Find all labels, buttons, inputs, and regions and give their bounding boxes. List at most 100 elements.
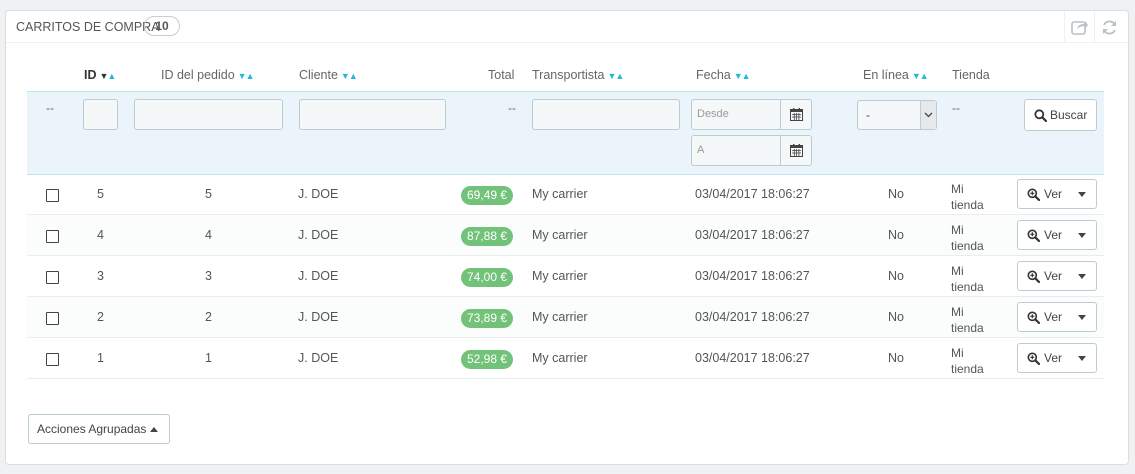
search-button-label: Buscar xyxy=(1050,108,1088,122)
sort-arrows-icon[interactable]: ▼▲ xyxy=(734,71,751,81)
filter-id-input[interactable] xyxy=(83,99,118,130)
filter-checkbox-placeholder: -- xyxy=(46,101,54,115)
view-cart-button[interactable]: Ver xyxy=(1017,302,1097,332)
row-select-checkbox[interactable] xyxy=(46,353,59,366)
cell-total-badge: 52,98 € xyxy=(461,350,514,369)
row-select-checkbox[interactable] xyxy=(46,312,59,325)
view-cart-label: Ver xyxy=(1044,187,1063,201)
view-cart-button[interactable]: Ver xyxy=(1017,220,1097,250)
col-header-date-label: Fecha xyxy=(696,68,731,82)
sort-arrows-icon[interactable]: ▼▲ xyxy=(100,71,117,81)
cell-store-line2: tienda xyxy=(951,280,984,294)
dropdown-caret-icon[interactable] xyxy=(1078,315,1086,320)
table-row[interactable]: 4 4 J. DOE 87,88 € My carrier 03/04/2017 18:0… xyxy=(27,215,1104,256)
cell-store-line1: Mi xyxy=(951,182,964,196)
table-row[interactable]: 5 5 J. DOE 69,49 € My carrier 03/04/2017 18:0… xyxy=(27,174,1104,215)
cell-total-badge: 87,88 € xyxy=(461,227,514,246)
filter-total-placeholder: -- xyxy=(508,101,516,115)
cell-order-id: 1 xyxy=(205,351,212,365)
row-select-checkbox[interactable] xyxy=(46,189,59,202)
sort-arrows-icon[interactable]: ▼▲ xyxy=(912,71,929,81)
calendar-icon xyxy=(789,144,803,157)
filter-customer-input[interactable] xyxy=(299,99,446,130)
dropdown-caret-icon[interactable] xyxy=(1078,192,1086,197)
row-select-checkbox[interactable] xyxy=(46,271,59,284)
cell-online: No xyxy=(888,269,904,283)
dropdown-caret-icon[interactable] xyxy=(1078,356,1086,361)
table-row[interactable]: 3 3 J. DOE 74,00 € My carrier 03/04/2017 18:0… xyxy=(27,256,1104,297)
zoom-in-icon xyxy=(1027,311,1040,324)
view-cart-label: Ver xyxy=(1044,351,1063,365)
cell-id: 5 xyxy=(97,187,104,201)
sort-arrows-icon[interactable]: ▼▲ xyxy=(341,71,358,81)
filter-date-from-input[interactable]: Desde xyxy=(691,99,781,130)
dropdown-caret-icon[interactable] xyxy=(1078,233,1086,238)
col-header-carrier-label: Transportista xyxy=(532,68,605,82)
col-header-carrier[interactable]: Transportista ▼▲ xyxy=(532,68,624,82)
search-icon xyxy=(1034,108,1047,122)
view-cart-label: Ver xyxy=(1044,228,1063,242)
cell-store: Mi tienda xyxy=(951,181,1001,213)
cell-total-badge: 69,49 € xyxy=(461,186,514,205)
col-header-online-label: En línea xyxy=(863,68,909,82)
cell-store-line1: Mi xyxy=(951,264,964,278)
zoom-in-icon xyxy=(1027,352,1040,365)
caret-up-icon xyxy=(150,426,159,432)
filter-store-placeholder: -- xyxy=(952,101,960,115)
col-header-store: Tienda xyxy=(952,68,990,82)
cell-online: No xyxy=(888,228,904,242)
cell-carrier: My carrier xyxy=(532,187,588,201)
cell-customer: J. DOE xyxy=(298,187,339,201)
cell-store-line1: Mi xyxy=(951,305,964,319)
export-icon xyxy=(1070,21,1088,35)
bulk-actions-button[interactable]: Acciones Agrupadas xyxy=(28,414,170,444)
view-cart-button[interactable]: Ver xyxy=(1017,261,1097,291)
zoom-in-icon xyxy=(1027,270,1040,283)
filter-carrier-input[interactable] xyxy=(532,99,680,130)
zoom-in-icon xyxy=(1027,188,1040,201)
table-row[interactable]: 1 1 J. DOE 52,98 € My carrier 03/04/2017 18:0… xyxy=(27,338,1104,379)
col-header-customer-label: Cliente xyxy=(299,68,338,82)
refresh-button[interactable] xyxy=(1094,11,1124,43)
cell-store-line2: tienda xyxy=(951,198,984,212)
cell-online: No xyxy=(888,187,904,201)
cell-store: Mi tienda xyxy=(951,222,1001,254)
col-header-date[interactable]: Fecha ▼▲ xyxy=(696,68,751,82)
view-cart-button[interactable]: Ver xyxy=(1017,179,1097,209)
export-button[interactable] xyxy=(1064,11,1094,43)
cell-customer: J. DOE xyxy=(298,310,339,324)
cell-date: 03/04/2017 18:06:27 xyxy=(695,351,810,365)
col-header-id[interactable]: ID ▼▲ xyxy=(84,68,117,82)
chevron-down-icon xyxy=(920,101,936,129)
cell-total-badge: 73,89 € xyxy=(461,309,514,328)
col-header-online[interactable]: En línea ▼▲ xyxy=(863,68,929,82)
sort-arrows-icon[interactable]: ▼▲ xyxy=(238,71,255,81)
table-row[interactable]: 2 2 J. DOE 73,89 € My carrier 03/04/2017 18:0… xyxy=(27,297,1104,338)
col-header-order-id[interactable]: ID del pedido ▼▲ xyxy=(161,68,254,82)
cell-customer: J. DOE xyxy=(298,351,339,365)
cell-date: 03/04/2017 18:06:27 xyxy=(695,310,810,324)
panel-title: CARRITOS DE COMPRA xyxy=(16,20,160,34)
cell-order-id: 2 xyxy=(205,310,212,324)
search-button[interactable]: Buscar xyxy=(1024,99,1097,131)
cell-store: Mi tienda xyxy=(951,304,1001,336)
sort-arrows-icon[interactable]: ▼▲ xyxy=(607,71,624,81)
cell-store: Mi tienda xyxy=(951,345,1001,377)
refresh-icon xyxy=(1103,20,1116,34)
dropdown-caret-icon[interactable] xyxy=(1078,274,1086,279)
row-select-checkbox[interactable] xyxy=(46,230,59,243)
cell-id: 4 xyxy=(97,228,104,242)
cell-id: 3 xyxy=(97,269,104,283)
date-from-calendar-button[interactable] xyxy=(781,99,812,130)
cell-customer: J. DOE xyxy=(298,269,339,283)
view-cart-button[interactable]: Ver xyxy=(1017,343,1097,373)
filter-date-to-input[interactable]: A xyxy=(691,135,781,166)
date-to-calendar-button[interactable] xyxy=(781,135,812,166)
filter-order-id-input[interactable] xyxy=(134,99,283,130)
filter-online-select[interactable]: - xyxy=(857,100,937,130)
cart-count-badge: 10 xyxy=(144,16,180,36)
col-header-customer[interactable]: Cliente ▼▲ xyxy=(299,68,358,82)
cell-id: 1 xyxy=(97,351,104,365)
cell-date: 03/04/2017 18:06:27 xyxy=(695,269,810,283)
cell-store-line1: Mi xyxy=(951,223,964,237)
